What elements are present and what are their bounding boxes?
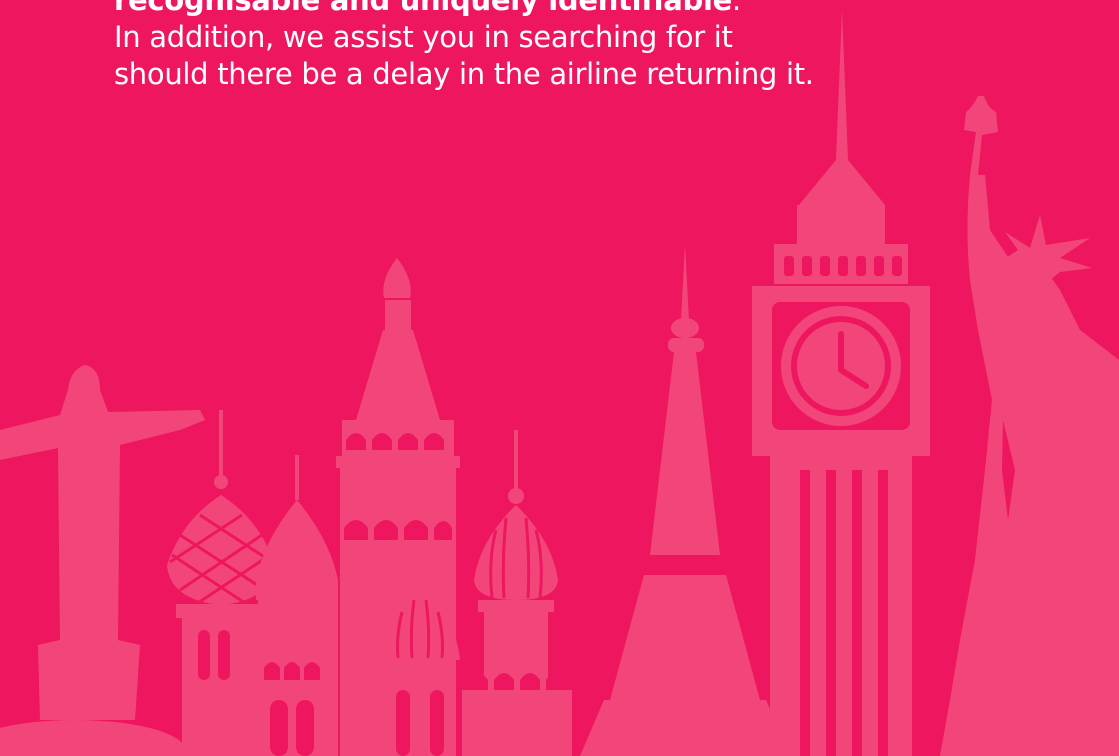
big-ben-icon [752,10,930,756]
landmarks-skyline-illustration [0,10,1119,756]
st-basils-cathedral-icon [167,258,572,756]
statue-of-liberty-icon [940,96,1119,756]
page: recognisable and uniquely identifiable. … [0,0,1119,756]
